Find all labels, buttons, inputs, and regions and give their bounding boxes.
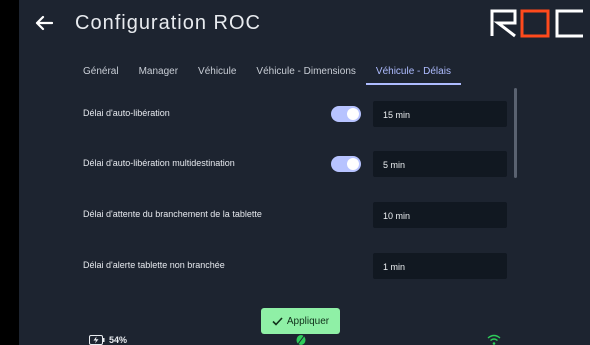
tab-general[interactable]: Général xyxy=(83,56,119,85)
setting-label: Délai d'alerte tablette non branchée xyxy=(83,260,225,270)
setting-label: Délai d'auto-libération multidestination xyxy=(83,158,235,168)
tab-vehicule-dimensions[interactable]: Véhicule - Dimensions xyxy=(256,56,356,85)
arrow-left-icon xyxy=(35,15,53,31)
setting-label: Délai d'auto-libération xyxy=(83,108,170,118)
back-button[interactable] xyxy=(31,10,57,36)
battery-charging-icon xyxy=(89,335,105,345)
alerte-tablette-value-field[interactable]: 1 min xyxy=(373,253,507,279)
auto-liberation-multidestination-value-field[interactable]: 5 min xyxy=(373,151,507,177)
status-bar: 54% xyxy=(19,334,590,345)
apply-label: Appliquer xyxy=(286,315,330,327)
tab-vehicule[interactable]: Véhicule xyxy=(198,56,236,85)
page-title: Configuration ROC xyxy=(75,12,261,34)
roc-logo xyxy=(489,8,587,38)
header: Configuration ROC xyxy=(19,0,590,48)
setting-row-alerte-tablette: Délai d'alerte tablette non branchée 1 m… xyxy=(83,248,521,288)
checkmark-icon xyxy=(272,316,283,326)
apply-button[interactable]: Appliquer xyxy=(261,308,340,334)
toggle-knob xyxy=(347,108,359,120)
auto-liberation-multidestination-toggle[interactable] xyxy=(331,156,361,172)
battery-percent: 54% xyxy=(109,335,128,345)
app-screen: Configuration ROC Général Manager Véhicu… xyxy=(19,0,590,345)
setting-row-auto-liberation: Délai d'auto-libération 15 min xyxy=(83,96,521,136)
setting-label: Délai d'attente du branchement de la tab… xyxy=(83,209,262,219)
tab-bar: Général Manager Véhicule Véhicule - Dime… xyxy=(83,56,483,90)
auto-liberation-toggle[interactable] xyxy=(331,106,361,122)
wifi-icon xyxy=(487,334,501,345)
setting-row-attente-branchement: Délai d'attente du branchement de la tab… xyxy=(83,197,521,237)
auto-liberation-value-field[interactable]: 15 min xyxy=(373,101,507,127)
scrollbar[interactable] xyxy=(514,88,517,178)
attente-branchement-value-field[interactable]: 10 min xyxy=(373,202,507,228)
toggle-knob xyxy=(347,158,359,170)
battery-indicator: 54% xyxy=(89,335,127,345)
leaf-icon xyxy=(296,335,306,345)
setting-row-auto-liberation-multidestination: Délai d'auto-libération multidestination… xyxy=(83,146,521,186)
tab-vehicule-delais[interactable]: Véhicule - Délais xyxy=(365,56,462,85)
tab-manager[interactable]: Manager xyxy=(139,56,178,85)
